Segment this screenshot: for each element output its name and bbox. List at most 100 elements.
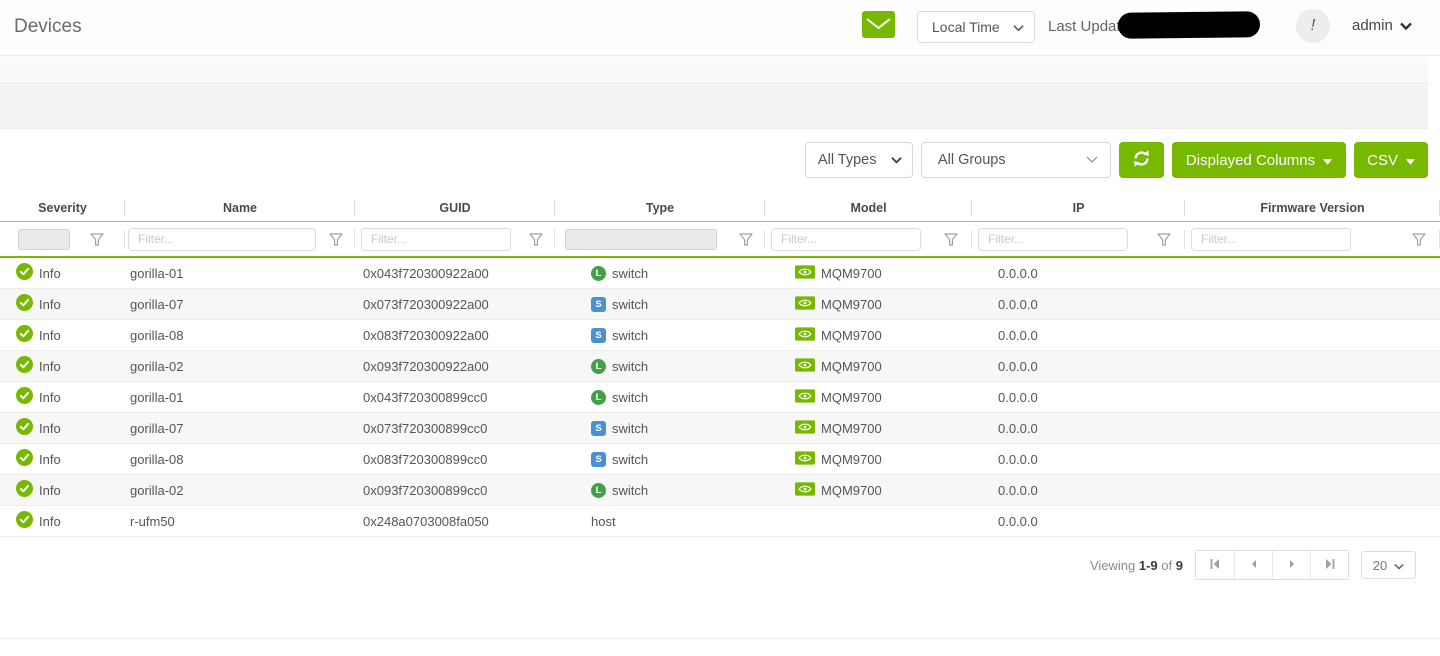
refresh-button[interactable] (1119, 142, 1164, 178)
nvidia-logo-icon (795, 482, 815, 499)
model-cell: MQM9700 (765, 451, 972, 468)
table-row[interactable]: Info gorilla-02 0x093f720300899cc0 L swi… (0, 475, 1440, 506)
name-cell: gorilla-01 (125, 390, 355, 405)
severity-cell: Info (0, 263, 125, 283)
guid-cell: 0x073f720300899cc0 (355, 421, 555, 436)
model-cell: MQM9700 (765, 482, 972, 499)
ip-cell: 0.0.0.0 (972, 328, 1185, 343)
column-header-model[interactable]: Model (765, 201, 972, 215)
device-type-label: host (591, 514, 616, 529)
filter-funnel-icon[interactable] (1412, 233, 1426, 246)
filter-funnel-icon[interactable] (90, 233, 104, 246)
type-cell: S switch (555, 328, 765, 343)
device-name: gorilla-01 (130, 390, 183, 405)
page-size-select[interactable]: 20 (1361, 551, 1416, 579)
name-cell: r-ufm50 (125, 514, 355, 529)
model-label: MQM9700 (821, 266, 882, 281)
severity-cell: Info (0, 294, 125, 314)
footer-divider (0, 638, 1440, 639)
device-name: gorilla-07 (130, 297, 183, 312)
model-filter-cell (765, 222, 972, 256)
last-update-value-redacted (1118, 11, 1260, 38)
model-cell: MQM9700 (765, 420, 972, 437)
ip-cell: 0.0.0.0 (972, 421, 1185, 436)
table-row[interactable]: Info gorilla-01 0x043f720300899cc0 L swi… (0, 382, 1440, 413)
table-row[interactable]: Info gorilla-08 0x083f720300922a00 S swi… (0, 320, 1440, 351)
ip-filter-input[interactable] (978, 228, 1128, 251)
device-type-label: switch (612, 266, 648, 281)
model-label: MQM9700 (821, 359, 882, 374)
severity-cell: Info (0, 418, 125, 438)
device-ip: 0.0.0.0 (998, 359, 1038, 374)
guid-cell: 0x083f720300899cc0 (355, 452, 555, 467)
displayed-columns-button[interactable]: Displayed Columns (1172, 142, 1346, 178)
type-badge: S (591, 328, 606, 343)
table-row[interactable]: Info gorilla-08 0x083f720300899cc0 S swi… (0, 444, 1440, 475)
firmware-filter-input[interactable] (1191, 228, 1351, 251)
type-badge: S (591, 297, 606, 312)
model-filter-input[interactable] (771, 228, 921, 251)
viewing-text: Viewing 1-9 of 9 (1090, 558, 1183, 573)
type-cell: S switch (555, 421, 765, 436)
table-row[interactable]: Info gorilla-02 0x093f720300922a00 L swi… (0, 351, 1440, 382)
user-menu[interactable]: admin (1352, 17, 1412, 34)
first-page-button[interactable] (1196, 551, 1234, 579)
device-name: gorilla-08 (130, 452, 183, 467)
device-name: gorilla-02 (130, 359, 183, 374)
device-name: gorilla-08 (130, 328, 183, 343)
type-cell: L switch (555, 483, 765, 498)
device-guid: 0x043f720300922a00 (363, 266, 489, 281)
ip-cell: 0.0.0.0 (972, 452, 1185, 467)
devices-page: Devices Local Time Last Update ! admin (0, 0, 1440, 656)
severity-ok-icon (16, 449, 33, 469)
column-header-ip[interactable]: IP (972, 201, 1185, 215)
nvidia-logo-icon (795, 420, 815, 437)
timezone-select[interactable]: Local Time (917, 11, 1035, 43)
table-row[interactable]: Info gorilla-07 0x073f720300922a00 S swi… (0, 289, 1440, 320)
device-type-label: switch (612, 359, 648, 374)
types-filter-select[interactable]: All Types (805, 142, 913, 178)
sub-header-band (0, 57, 1428, 84)
device-type-label: switch (612, 483, 648, 498)
model-label: MQM9700 (821, 421, 882, 436)
next-page-button[interactable] (1272, 551, 1310, 579)
groups-filter-select[interactable]: All Groups (921, 142, 1111, 178)
user-menu-label: admin (1352, 17, 1393, 34)
severity-label: Info (39, 421, 61, 436)
device-ip: 0.0.0.0 (998, 452, 1038, 467)
ip-cell: 0.0.0.0 (972, 514, 1185, 529)
severity-label: Info (39, 297, 61, 312)
guid-filter-input[interactable] (361, 228, 511, 251)
filter-funnel-icon[interactable] (944, 233, 958, 246)
table-row[interactable]: Info r-ufm50 0x248a0703008fa050 host 0.0… (0, 506, 1440, 537)
filter-funnel-icon[interactable] (739, 233, 753, 246)
mail-button[interactable] (862, 11, 895, 43)
filter-funnel-icon[interactable] (1157, 233, 1171, 246)
column-header-name[interactable]: Name (125, 201, 355, 215)
device-guid: 0x073f720300899cc0 (363, 421, 487, 436)
device-name: gorilla-07 (130, 421, 183, 436)
ip-filter-cell (972, 222, 1185, 256)
first-page-icon (1207, 556, 1223, 575)
filter-funnel-icon[interactable] (329, 233, 343, 246)
csv-export-button[interactable]: CSV (1354, 142, 1428, 178)
severity-filter-select[interactable] (18, 229, 70, 250)
table-row[interactable]: Info gorilla-01 0x043f720300922a00 L swi… (0, 258, 1440, 289)
column-header-guid[interactable]: GUID (355, 201, 555, 215)
table-filter-row (0, 222, 1440, 256)
column-header-severity[interactable]: Severity (0, 201, 125, 215)
name-filter-input[interactable] (128, 228, 316, 251)
type-badge: S (591, 452, 606, 467)
table-row[interactable]: Info gorilla-07 0x073f720300899cc0 S swi… (0, 413, 1440, 444)
column-header-firmware[interactable]: Firmware Version (1185, 201, 1440, 215)
severity-ok-icon (16, 511, 33, 531)
prev-page-button[interactable] (1234, 551, 1272, 579)
device-guid: 0x043f720300899cc0 (363, 390, 487, 405)
filter-funnel-icon[interactable] (529, 233, 543, 246)
name-cell: gorilla-07 (125, 421, 355, 436)
help-button[interactable]: ! (1296, 9, 1330, 43)
column-header-type[interactable]: Type (555, 201, 765, 215)
type-filter-select[interactable] (565, 229, 717, 250)
firmware-filter-cell (1185, 222, 1440, 256)
last-page-button[interactable] (1310, 551, 1348, 579)
